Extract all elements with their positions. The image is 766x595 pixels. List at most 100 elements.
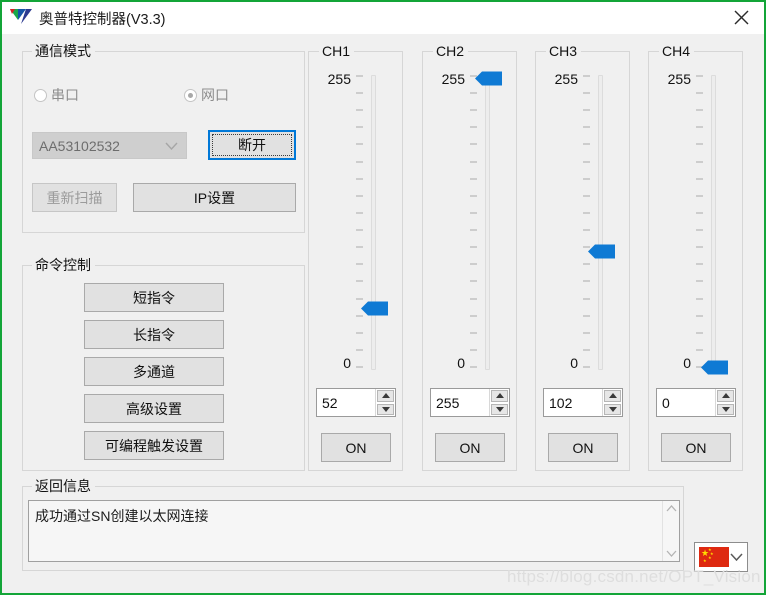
return-info-group: 返回信息 成功通过SN创建以太网连接: [22, 478, 684, 571]
channel-group-1: CH1 255 0 52 ON: [308, 43, 403, 471]
stepper-arrows[interactable]: [602, 389, 622, 416]
channel-slider-2[interactable]: 255 0: [442, 71, 502, 370]
return-info-message: 成功通过SN创建以太网连接: [35, 508, 209, 524]
slider-tick: [356, 143, 363, 145]
slider-thumb-1[interactable]: [361, 301, 389, 316]
slider-tick: [356, 178, 363, 180]
advanced-settings-button[interactable]: 高级设置: [84, 394, 224, 423]
channel-slider-1[interactable]: 255 0: [328, 72, 388, 370]
slider-tick: [583, 212, 590, 214]
client-area: 通信模式 串口 网口 AA53102532 断开 重新扫描 IP设置 命令控制 …: [2, 34, 764, 593]
short-command-button-label: 短指令: [133, 289, 175, 306]
channel-on-button-3[interactable]: ON: [548, 433, 618, 462]
slider-tick: [583, 92, 590, 94]
slider-tick: [470, 195, 477, 197]
slider-max-label: 255: [667, 71, 691, 87]
channel-on-button-label-2: ON: [459, 439, 481, 456]
slider-tick: [356, 75, 363, 77]
slider-tick: [696, 109, 703, 111]
slider-tick: [356, 161, 363, 163]
channel-value-stepper-1[interactable]: 52: [316, 388, 396, 417]
slider-thumb-4[interactable]: [701, 360, 729, 375]
channel-value-stepper-2[interactable]: 255: [430, 388, 510, 417]
slider-tick: [696, 280, 703, 282]
slider-tick: [470, 212, 477, 214]
slider-thumb-2[interactable]: [475, 71, 503, 86]
return-info-textarea[interactable]: 成功通过SN创建以太网连接: [28, 500, 680, 562]
stepper-arrows[interactable]: [375, 389, 395, 416]
slider-min-label: 0: [683, 355, 691, 371]
chevron-up-icon[interactable]: [666, 505, 677, 512]
long-command-button[interactable]: 长指令: [84, 320, 224, 349]
channel-slider-3[interactable]: 255 0: [555, 72, 615, 370]
slider-tick: [583, 109, 590, 111]
rescan-button[interactable]: 重新扫描: [32, 183, 117, 212]
slider-tick: [470, 143, 477, 145]
triangle-up-icon[interactable]: [377, 390, 394, 402]
close-icon[interactable]: [718, 2, 764, 33]
slider-tick: [470, 315, 477, 317]
slider-tick: [696, 143, 703, 145]
slider-tick: [356, 229, 363, 231]
slider-tick: [583, 298, 590, 300]
slider-track[interactable]: [598, 75, 603, 370]
slider-min-label: 0: [570, 355, 578, 371]
programmable-trigger-settings-button[interactable]: 可编程触发设置: [84, 431, 224, 460]
slider-tick: [470, 92, 477, 94]
channel-group-4: CH4 255 0 0 ON: [648, 43, 743, 471]
slider-tick: [583, 315, 590, 317]
advanced-settings-button-label: 高级设置: [126, 400, 182, 417]
triangle-down-icon[interactable]: [377, 403, 394, 415]
triangle-down-icon[interactable]: [604, 403, 621, 415]
slider-tick: [356, 92, 363, 94]
triangle-down-icon[interactable]: [717, 403, 734, 415]
slider-track[interactable]: [711, 75, 716, 370]
channel-value-stepper-4[interactable]: 0: [656, 388, 736, 417]
channel-value-input-1[interactable]: 52: [317, 389, 375, 416]
chevron-down-icon: [165, 142, 178, 150]
slider-track[interactable]: [371, 75, 376, 370]
stepper-arrows[interactable]: [715, 389, 735, 416]
channel-on-button-4[interactable]: ON: [661, 433, 731, 462]
slider-tick: [470, 349, 477, 351]
channel-value-input-2[interactable]: 255: [431, 389, 489, 416]
slider-tick: [356, 263, 363, 265]
ip-settings-button[interactable]: IP设置: [133, 183, 296, 212]
device-select[interactable]: AA53102532: [32, 132, 187, 159]
short-command-button[interactable]: 短指令: [84, 283, 224, 312]
programmable-trigger-settings-button-label: 可编程触发设置: [105, 437, 203, 454]
return-info-scrollbar[interactable]: [662, 501, 679, 561]
slider-thumb-3[interactable]: [588, 244, 616, 259]
slider-tick: [470, 263, 477, 265]
triangle-up-icon[interactable]: [604, 390, 621, 402]
slider-tick: [470, 366, 477, 368]
channel-value-input-4[interactable]: 0: [657, 389, 715, 416]
chevron-down-icon[interactable]: [666, 550, 677, 557]
channel-on-button-1[interactable]: ON: [321, 433, 391, 462]
channel-on-button-2[interactable]: ON: [435, 433, 505, 462]
slider-tick: [583, 280, 590, 282]
rescan-button-label: 重新扫描: [46, 189, 103, 206]
slider-tick: [583, 229, 590, 231]
disconnect-button[interactable]: 断开: [208, 130, 296, 160]
slider-track[interactable]: [485, 75, 490, 370]
channel-value-input-3[interactable]: 102: [544, 389, 602, 416]
slider-tick: [696, 92, 703, 94]
radio-network-port-dot: [184, 88, 197, 102]
stepper-arrows[interactable]: [489, 389, 509, 416]
communication-mode-title: 通信模式: [32, 43, 95, 59]
window-title: 奥普特控制器(V3.3): [39, 11, 166, 28]
triangle-down-icon[interactable]: [491, 403, 508, 415]
multi-channel-button[interactable]: 多通道: [84, 357, 224, 386]
slider-tick: [356, 349, 363, 351]
opt-triangle-logo-icon: [10, 9, 32, 27]
slider-tick: [470, 246, 477, 248]
slider-tick: [696, 75, 703, 77]
triangle-up-icon[interactable]: [717, 390, 734, 402]
radio-serial-port[interactable]: 串口: [34, 85, 79, 105]
channel-title-2: CH2: [433, 43, 469, 59]
channel-slider-4[interactable]: 255 0: [668, 72, 728, 375]
channel-value-stepper-3[interactable]: 102: [543, 388, 623, 417]
radio-network-port[interactable]: 网口: [184, 85, 229, 105]
triangle-up-icon[interactable]: [491, 390, 508, 402]
